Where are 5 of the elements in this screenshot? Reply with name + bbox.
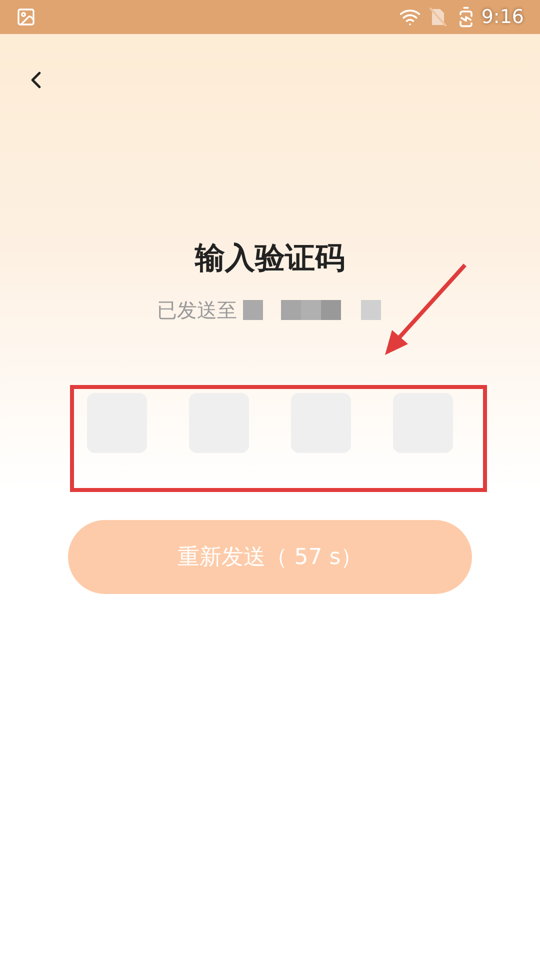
image-icon: [16, 7, 36, 27]
status-time: 9:16: [481, 4, 524, 30]
subtitle: 已发送至: [157, 297, 237, 324]
page-title: 输入验证码: [195, 240, 345, 278]
no-sim-icon: [429, 7, 448, 27]
